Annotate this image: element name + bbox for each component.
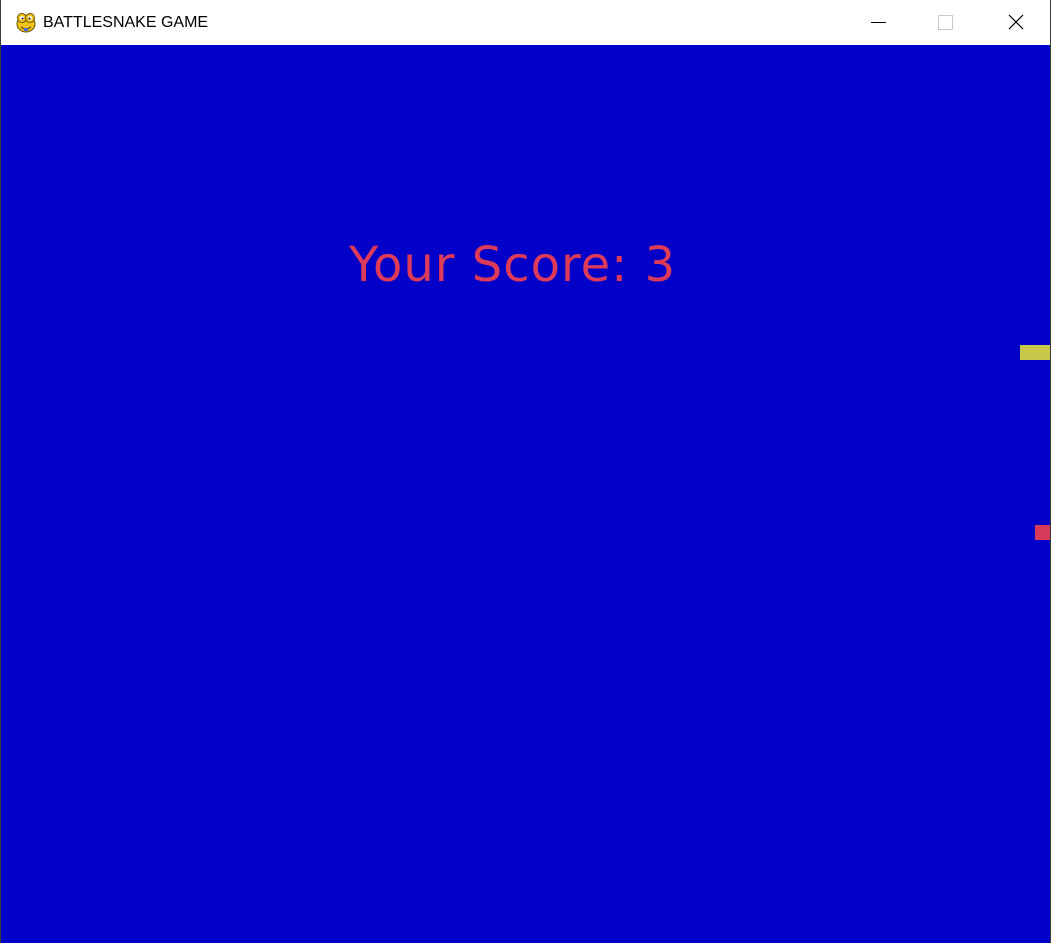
score-text: Your Score: 3 (349, 237, 677, 293)
maximize-icon (938, 15, 953, 30)
minimize-button[interactable] (853, 0, 899, 45)
title-bar[interactable]: BATTLESNAKE GAME (1, 0, 1050, 45)
minimize-icon (871, 22, 886, 23)
snake-body (1020, 345, 1050, 360)
close-icon (1008, 14, 1024, 30)
game-window: BATTLESNAKE GAME Your Score: 3 (0, 0, 1051, 943)
close-button[interactable] (992, 0, 1038, 45)
maximize-button[interactable] (922, 0, 968, 45)
food-pellet (1035, 525, 1050, 540)
pygame-snake-icon (14, 10, 38, 34)
game-canvas[interactable]: Your Score: 3 (1, 45, 1050, 943)
window-title: BATTLESNAKE GAME (43, 14, 209, 31)
